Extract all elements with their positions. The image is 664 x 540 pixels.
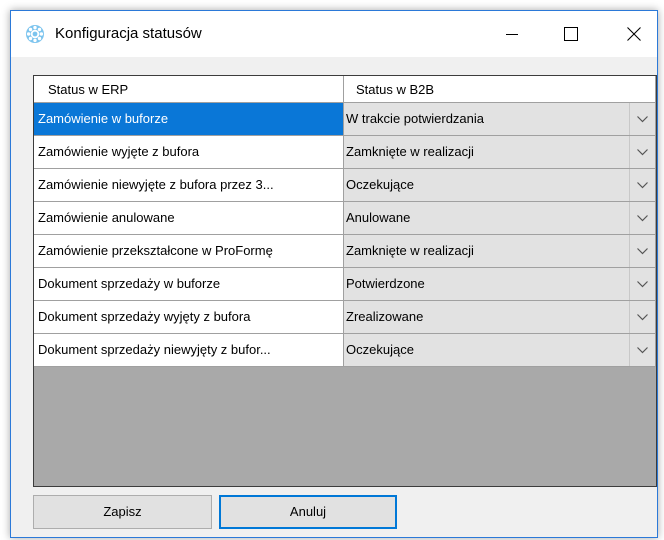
b2b-status-value: Zamknięte w realizacji bbox=[346, 243, 474, 258]
chevron-down-icon bbox=[637, 346, 648, 353]
title-bar[interactable]: Konfiguracja statusów bbox=[11, 11, 657, 57]
erp-status-cell[interactable]: Zamówienie wyjęte z bufora bbox=[34, 136, 344, 169]
gear-icon bbox=[26, 25, 44, 43]
dropdown-button[interactable] bbox=[629, 169, 655, 201]
b2b-status-value: Zamknięte w realizacji bbox=[346, 144, 474, 159]
b2b-status-combobox[interactable]: Zamknięte w realizacji bbox=[344, 136, 656, 169]
b2b-status-combobox[interactable]: Zamknięte w realizacji bbox=[344, 235, 656, 268]
chevron-down-icon bbox=[637, 313, 648, 320]
save-button[interactable]: Zapisz bbox=[33, 495, 212, 529]
column-header-b2b[interactable]: Status w B2B bbox=[344, 76, 656, 103]
b2b-status-value: Oczekujące bbox=[346, 342, 414, 357]
b2b-status-value: Zrealizowane bbox=[346, 309, 424, 324]
b2b-status-combobox[interactable]: Anulowane bbox=[344, 202, 656, 235]
table-row[interactable]: Dokument sprzedaży w buforze Potwierdzon… bbox=[34, 268, 656, 301]
erp-status-cell[interactable]: Dokument sprzedaży w buforze bbox=[34, 268, 344, 301]
table-row[interactable]: Zamówienie przekształcone w ProFormę Zam… bbox=[34, 235, 656, 268]
b2b-status-combobox[interactable]: Zrealizowane bbox=[344, 301, 656, 334]
table-row[interactable]: Zamówienie niewyjęte z bufora przez 3...… bbox=[34, 169, 656, 202]
b2b-status-value: Potwierdzone bbox=[346, 276, 425, 291]
minimize-button[interactable] bbox=[489, 11, 535, 57]
cancel-button[interactable]: Anuluj bbox=[219, 495, 397, 529]
window-title: Konfiguracja statusów bbox=[55, 25, 202, 42]
b2b-status-combobox[interactable]: W trakcie potwierdzania bbox=[344, 103, 656, 136]
table-row[interactable]: Dokument sprzedaży wyjęty z bufora Zreal… bbox=[34, 301, 656, 334]
b2b-status-value: W trakcie potwierdzania bbox=[346, 111, 484, 126]
table-row[interactable]: Zamówienie w buforze W trakcie potwierdz… bbox=[34, 103, 656, 136]
b2b-status-value: Anulowane bbox=[346, 210, 411, 225]
erp-status-cell[interactable]: Dokument sprzedaży wyjęty z bufora bbox=[34, 301, 344, 334]
dropdown-button[interactable] bbox=[629, 202, 655, 234]
table-row[interactable]: Zamówienie wyjęte z bufora Zamknięte w r… bbox=[34, 136, 656, 169]
maximize-icon bbox=[564, 27, 578, 41]
status-grid[interactable]: Status w ERP Status w B2B Zamówienie w b… bbox=[33, 75, 657, 487]
b2b-status-combobox[interactable]: Oczekujące bbox=[344, 334, 656, 367]
erp-status-cell[interactable]: Zamówienie w buforze bbox=[34, 103, 344, 136]
chevron-down-icon bbox=[637, 148, 648, 155]
dialog-window: Konfiguracja statusów Status w ERP Statu… bbox=[10, 10, 658, 538]
dropdown-button[interactable] bbox=[629, 235, 655, 267]
minimize-icon bbox=[506, 34, 518, 35]
dropdown-button[interactable] bbox=[629, 103, 655, 135]
dropdown-button[interactable] bbox=[629, 334, 655, 366]
b2b-status-combobox[interactable]: Oczekujące bbox=[344, 169, 656, 202]
chevron-down-icon bbox=[637, 115, 648, 122]
close-button[interactable] bbox=[611, 11, 657, 57]
erp-status-cell[interactable]: Zamówienie niewyjęte z bufora przez 3... bbox=[34, 169, 344, 202]
table-row[interactable]: Zamówienie anulowane Anulowane bbox=[34, 202, 656, 235]
dropdown-button[interactable] bbox=[629, 301, 655, 333]
column-header-erp[interactable]: Status w ERP bbox=[34, 76, 344, 103]
table-row[interactable]: Dokument sprzedaży niewyjęty z bufor... … bbox=[34, 334, 656, 367]
dropdown-button[interactable] bbox=[629, 136, 655, 168]
chevron-down-icon bbox=[637, 214, 648, 221]
chevron-down-icon bbox=[637, 181, 648, 188]
erp-status-cell[interactable]: Zamówienie anulowane bbox=[34, 202, 344, 235]
dropdown-button[interactable] bbox=[629, 268, 655, 300]
b2b-status-combobox[interactable]: Potwierdzone bbox=[344, 268, 656, 301]
b2b-status-value: Oczekujące bbox=[346, 177, 414, 192]
close-icon bbox=[627, 27, 641, 41]
chevron-down-icon bbox=[637, 280, 648, 287]
erp-status-cell[interactable]: Dokument sprzedaży niewyjęty z bufor... bbox=[34, 334, 344, 367]
erp-status-cell[interactable]: Zamówienie przekształcone w ProFormę bbox=[34, 235, 344, 268]
chevron-down-icon bbox=[637, 247, 648, 254]
maximize-button[interactable] bbox=[548, 11, 594, 57]
